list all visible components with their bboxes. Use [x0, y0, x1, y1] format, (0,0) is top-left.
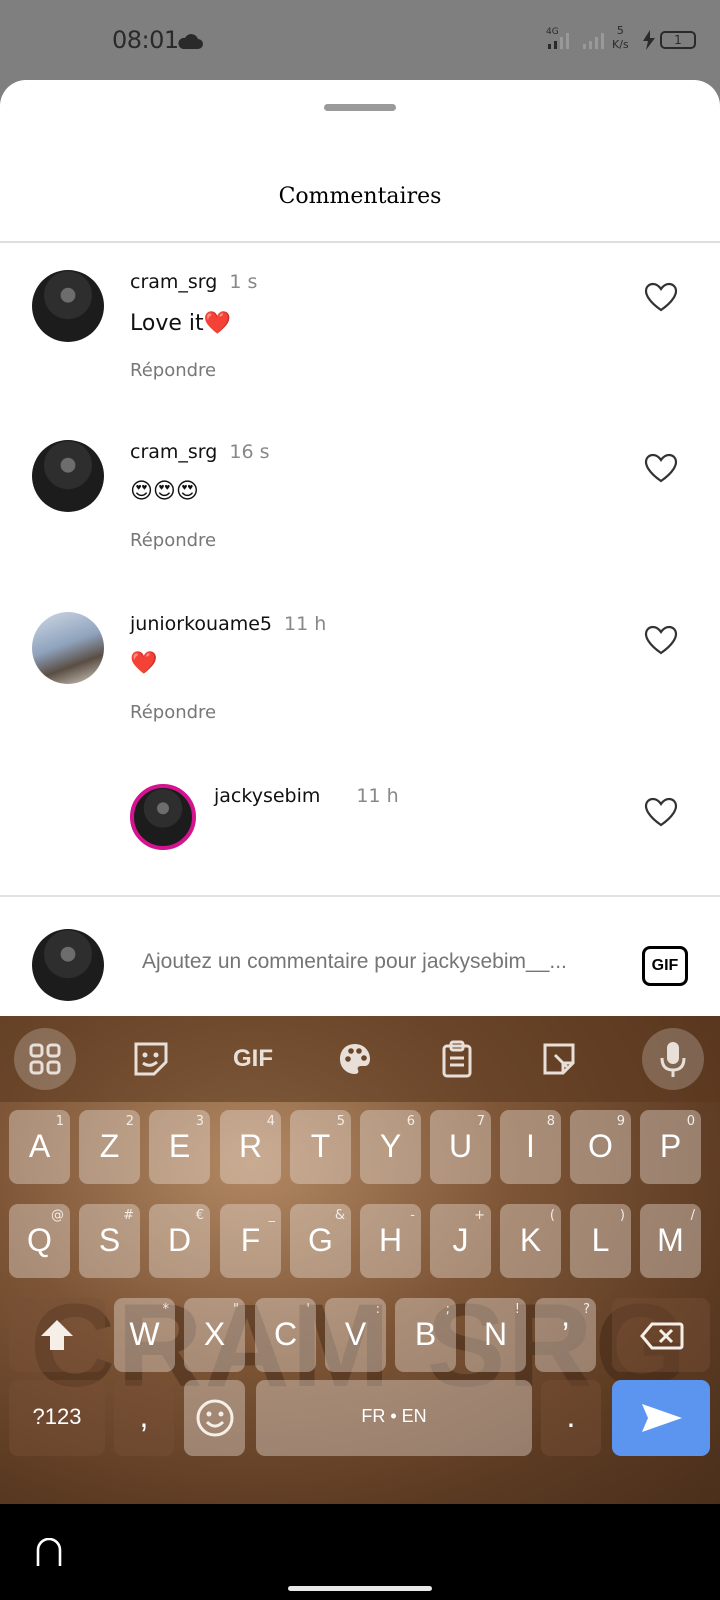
gif-keyboard-button[interactable]: GIF — [222, 1028, 284, 1090]
send-arrow-icon — [642, 1404, 682, 1432]
charging-icon — [643, 30, 655, 50]
keyboard: CRAM SRG GIF 1A 2Z 3E 4R 5T 6Y 7U 8I 9O … — [0, 1016, 720, 1504]
theme-palette-icon[interactable] — [324, 1028, 386, 1090]
status-bar: 08:01 4G 5 K/s 1 — [0, 0, 720, 80]
key-m[interactable]: / M — [640, 1204, 701, 1278]
key-c[interactable]: ' C — [255, 1298, 316, 1372]
network-speed: 5 K/s — [612, 24, 629, 51]
comments-sheet: Commentaires cram_srg 1 s Love it❤️ Répon… — [0, 80, 720, 1016]
clipboard-icon[interactable] — [426, 1028, 488, 1090]
reply-button[interactable]: Répondre — [130, 360, 216, 381]
avatar[interactable] — [32, 440, 104, 512]
keyboard-hide-icon[interactable] — [34, 1538, 64, 1568]
key-r[interactable]: 4R — [220, 1110, 281, 1184]
key-h[interactable]: -H — [360, 1204, 421, 1278]
key-x[interactable]: " X — [184, 1298, 245, 1372]
sheet-drag-handle[interactable] — [324, 104, 396, 111]
key-w[interactable]: * W — [114, 1298, 175, 1372]
comment-username[interactable]: cram_srg — [130, 271, 217, 293]
comment-text: 😍😍😍 — [130, 479, 199, 504]
symbols-key[interactable]: ?123 — [9, 1380, 105, 1456]
signal-icon — [583, 33, 604, 49]
key-b[interactable]: ; B — [395, 1298, 456, 1372]
comments-list[interactable]: cram_srg 1 s Love it❤️ Répondre cram_srg 1… — [0, 243, 720, 895]
shift-icon — [41, 1320, 73, 1350]
signal-4g-icon: 4G — [546, 27, 569, 49]
comment-composer: GIF — [0, 914, 720, 1016]
svg-text:4G: 4G — [546, 27, 559, 37]
navigation-bar — [0, 1504, 720, 1600]
comment-header: juniorkouame5 11 h — [130, 613, 326, 635]
home-gesture-bar[interactable] — [288, 1586, 432, 1591]
key-t[interactable]: 5T — [290, 1110, 351, 1184]
key-a[interactable]: 1A — [9, 1110, 70, 1184]
key-s[interactable]: # S — [79, 1204, 140, 1278]
comment-item: juniorkouame5 11 h ❤️ Répondre — [0, 587, 720, 759]
key-e[interactable]: 3E — [149, 1110, 210, 1184]
status-time: 08:01 — [112, 26, 179, 54]
microphone-icon[interactable] — [642, 1028, 704, 1090]
comment-item: cram_srg 1 s Love it❤️ Répondre — [0, 243, 720, 415]
gif-button[interactable]: GIF — [642, 946, 688, 986]
current-user-avatar — [32, 929, 104, 1001]
apps-grid-icon[interactable] — [14, 1028, 76, 1090]
key-o[interactable]: 9O — [570, 1110, 631, 1184]
key-n[interactable]: ! N — [465, 1298, 526, 1372]
battery-icon: 1 — [660, 31, 696, 49]
backspace-icon — [640, 1322, 684, 1350]
emoji-smiley-icon — [196, 1399, 234, 1437]
comment-username[interactable]: jackysebim — [214, 785, 320, 807]
comment-time: 11 h — [356, 785, 399, 807]
comma-key[interactable]: , — [114, 1380, 174, 1456]
key-u[interactable]: 7U — [430, 1110, 491, 1184]
comment-username[interactable]: cram_srg — [130, 441, 217, 463]
key-v[interactable]: :V — [325, 1298, 386, 1372]
reply-button[interactable]: Répondre — [130, 702, 216, 723]
key-g[interactable]: & G — [290, 1204, 351, 1278]
cloud-icon — [178, 34, 203, 49]
heart-icon[interactable] — [644, 453, 678, 483]
comment-item: jackysebim 11 h — [0, 759, 720, 895]
avatar-story-ring[interactable] — [130, 784, 196, 850]
key-i[interactable]: 8I — [500, 1110, 561, 1184]
key-f[interactable]: _ F — [220, 1204, 281, 1278]
sticker-icon[interactable] — [120, 1028, 182, 1090]
comment-text: ❤️ — [130, 651, 158, 676]
heart-icon[interactable] — [644, 797, 678, 827]
comment-time: 11 h — [284, 613, 327, 635]
heart-icon[interactable] — [644, 282, 678, 312]
key-q[interactable]: @ Q — [9, 1204, 70, 1278]
comment-input[interactable] — [142, 950, 612, 974]
avatar[interactable] — [32, 270, 104, 342]
key-k[interactable]: (K — [500, 1204, 561, 1278]
comment-text: Love it❤️ — [130, 311, 232, 336]
comment-item: cram_srg 16 s 😍😍😍 Répondre — [0, 415, 720, 587]
avatar[interactable] — [32, 612, 104, 684]
space-key[interactable]: FR • EN — [256, 1380, 532, 1456]
send-key[interactable] — [612, 1380, 710, 1456]
key-y[interactable]: 6Y — [360, 1110, 421, 1184]
comment-header: cram_srg 1 s — [130, 271, 257, 293]
heart-icon[interactable] — [644, 625, 678, 655]
screenshot-crop-icon[interactable] — [528, 1028, 590, 1090]
key-z[interactable]: 2Z — [79, 1110, 140, 1184]
keyboard-toolbar: GIF — [0, 1016, 720, 1102]
emoji-key[interactable] — [184, 1380, 245, 1456]
key-d[interactable]: € D — [149, 1204, 210, 1278]
backspace-key[interactable] — [612, 1298, 710, 1372]
shift-key[interactable] — [9, 1298, 105, 1372]
comment-time: 1 s — [229, 271, 258, 293]
comment-time: 16 s — [229, 441, 270, 463]
key-j[interactable]: + J — [430, 1204, 491, 1278]
comment-username[interactable]: juniorkouame5 — [130, 613, 272, 635]
period-key[interactable]: . — [541, 1380, 601, 1456]
reply-button[interactable]: Répondre — [130, 530, 216, 551]
key-apostrophe[interactable]: ?’ — [535, 1298, 596, 1372]
key-p[interactable]: 0P — [640, 1110, 701, 1184]
comment-header: jackysebim 11 h — [214, 785, 399, 807]
key-l[interactable]: ) L — [570, 1204, 631, 1278]
sheet-title: Commentaires — [278, 184, 442, 209]
comment-header: cram_srg 16 s — [130, 441, 269, 463]
